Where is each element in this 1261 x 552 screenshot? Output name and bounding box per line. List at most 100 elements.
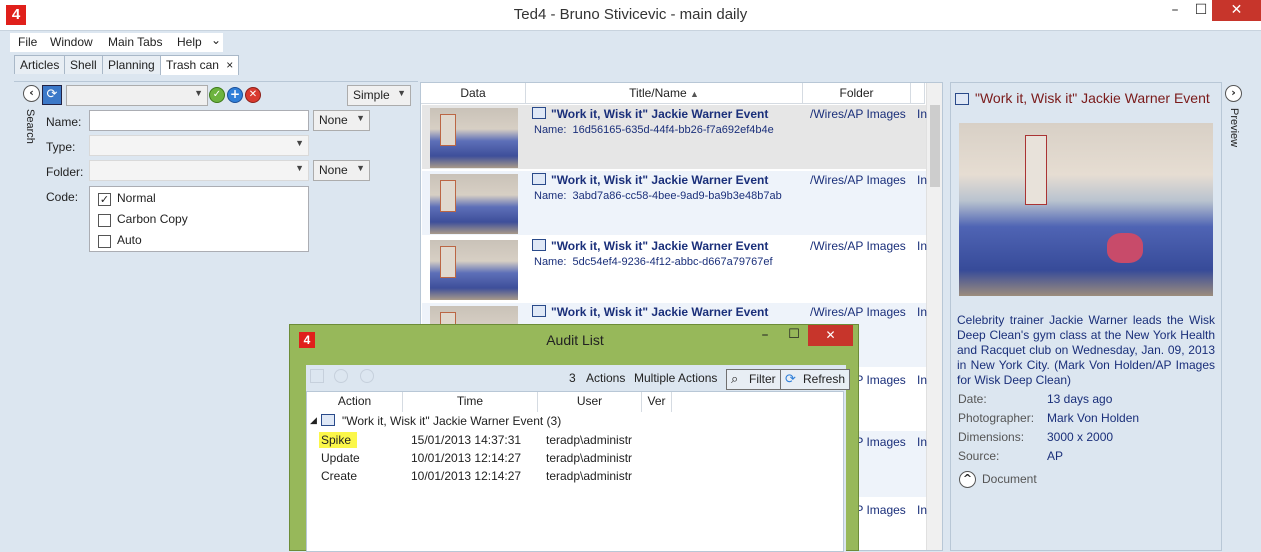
filter-icon: ⌕ <box>731 371 739 386</box>
dialog-close-button[interactable]: ✕ <box>808 325 853 346</box>
row-extra: In <box>917 503 928 517</box>
audit-user: teradp\administr <box>546 469 633 483</box>
column-data[interactable]: Data <box>421 83 526 104</box>
thumbnail-image <box>430 240 518 300</box>
chevron-down-icon: ▼ <box>295 138 304 148</box>
date-value: 13 days ago <box>1047 392 1113 406</box>
column-title-name[interactable]: Title/Name ▲ <box>526 83 803 104</box>
expand-up-icon[interactable]: ^ <box>959 471 976 488</box>
tab-planning[interactable]: Planning <box>102 55 161 74</box>
row-extra: In <box>917 373 928 387</box>
column-extra[interactable] <box>911 83 925 104</box>
tab-label: Planning <box>108 58 155 72</box>
toolbar-icon-1[interactable] <box>310 369 324 383</box>
menu-overflow-icon[interactable]: ⌄ <box>211 33 221 47</box>
code-list: ✓ Normal Carbon Copy Auto <box>89 186 309 252</box>
search-mode-select[interactable]: Simple ▼ <box>347 85 411 106</box>
name-label: Name: <box>46 115 82 129</box>
preview-title: "Work it, Wisk it" Jackie Warner Event <box>975 90 1210 106</box>
image-icon <box>532 305 546 317</box>
collapse-left-icon[interactable]: ‹ <box>23 85 40 102</box>
collapse-right-icon[interactable]: › <box>1225 85 1242 102</box>
close-button[interactable]: ✕ <box>1212 0 1261 21</box>
table-row[interactable]: "Work it, Wisk it" Jackie Warner Event N… <box>422 171 928 235</box>
expand-triangle-icon[interactable]: ◢ <box>310 415 317 426</box>
document-label[interactable]: Document <box>982 472 1037 486</box>
column-action[interactable]: Action <box>307 392 403 412</box>
normal-checkbox[interactable]: ✓ <box>98 193 111 206</box>
dialog-title: Audit List <box>546 332 604 348</box>
row-name-value: 16d56165-635d-44f4-bb26-f7a692ef4b4e <box>572 124 774 136</box>
chevron-down-icon: ▼ <box>356 113 365 123</box>
row-name-label: Name: <box>534 256 567 268</box>
row-folder: /Wires/AP Images <box>810 305 906 319</box>
name-input[interactable] <box>89 110 309 131</box>
tab-trash-can[interactable]: Trash can × <box>160 55 240 75</box>
menu-main-tabs[interactable]: Main Tabs <box>108 35 162 49</box>
row-extra: In <box>917 173 928 187</box>
scrollbar-thumb[interactable] <box>930 105 940 187</box>
table-row[interactable]: "Work it, Wisk it" Jackie Warner Event N… <box>422 237 928 301</box>
window-title: Ted4 - Bruno Stivicevic - main daily <box>513 6 748 23</box>
image-icon <box>955 93 969 105</box>
refresh-icon[interactable]: ⟳ <box>42 85 62 105</box>
audit-action[interactable]: Update <box>321 451 360 465</box>
folder-modifier-value: None <box>319 163 348 177</box>
remove-icon[interactable]: ✕ <box>245 87 261 103</box>
folder-select[interactable]: ▼ <box>89 160 309 181</box>
name-modifier-select[interactable]: None ▼ <box>313 110 370 131</box>
tab-label: Articles <box>20 58 60 72</box>
menu-file[interactable]: File <box>18 35 37 49</box>
filter-button[interactable]: ⌕ Filter <box>726 369 781 390</box>
search-mode-value: Simple <box>353 88 390 102</box>
auto-label: Auto <box>117 233 142 247</box>
apply-icon[interactable]: ✓ <box>209 87 225 103</box>
image-icon <box>532 107 546 119</box>
row-folder: /Wires/AP Images <box>810 239 906 253</box>
results-scrollbar[interactable] <box>926 83 942 550</box>
menu-window[interactable]: Window <box>50 35 93 49</box>
type-select[interactable]: ▼ <box>89 135 309 156</box>
row-name: Name: 5dc54ef4-9236-4f12-abbc-d667a79767… <box>534 256 773 268</box>
row-extra: In <box>917 107 928 121</box>
row-name: Name: 16d56165-635d-44f4-bb26-f7a692ef4b… <box>534 124 774 136</box>
saved-search-select[interactable]: ▼ <box>66 85 208 106</box>
tab-close-icon[interactable]: × <box>226 58 233 72</box>
tab-articles[interactable]: Articles <box>14 55 66 74</box>
maximize-button[interactable]: ☐ <box>1188 0 1214 21</box>
image-icon <box>321 414 335 426</box>
carbon-copy-checkbox[interactable] <box>98 214 111 227</box>
thumbnail-image <box>430 108 518 168</box>
audit-action[interactable]: Create <box>321 469 357 483</box>
dialog-maximize-button[interactable]: ☐ <box>785 327 803 347</box>
column-user[interactable]: User <box>538 392 642 412</box>
row-extra: In <box>917 305 928 319</box>
table-row[interactable]: "Work it, Wisk it" Jackie Warner Event N… <box>422 105 928 169</box>
refresh-button[interactable]: ⟳ Refresh <box>780 369 851 390</box>
dialog-minimize-button[interactable]: – <box>756 327 774 347</box>
source-label: Source: <box>958 449 1000 463</box>
refresh-icon: ⟳ <box>785 371 796 386</box>
folder-modifier-select[interactable]: None ▼ <box>313 160 370 181</box>
preview-vertical-label: Preview <box>1228 108 1240 148</box>
row-folder: /Wires/AP Images <box>810 173 906 187</box>
dimensions-value: 3000 x 2000 <box>1047 430 1114 444</box>
toolbar-icon-3[interactable] <box>360 369 374 383</box>
folder-label: Folder: <box>46 165 84 179</box>
preview-image <box>959 123 1213 296</box>
tab-shell[interactable]: Shell <box>64 55 103 74</box>
column-ver[interactable]: Ver <box>642 392 672 412</box>
minimize-button[interactable]: – <box>1162 0 1188 21</box>
row-extra: In <box>917 239 928 253</box>
row-name: Name: 3abd7a86-cc58-4bee-9ad9-ba9b3e48b7… <box>534 190 782 202</box>
row-name-label: Name: <box>534 124 567 136</box>
column-folder[interactable]: Folder <box>803 83 911 104</box>
add-icon[interactable]: + <box>227 87 243 103</box>
row-name-value: 3abd7a86-cc58-4bee-9ad9-ba9b3e48b7ab <box>572 190 782 202</box>
audit-action[interactable]: Spike <box>321 433 351 447</box>
menu-help[interactable]: Help <box>177 35 202 49</box>
toolbar-icon-2[interactable] <box>334 369 348 383</box>
sort-ascending-icon: ▲ <box>690 89 699 99</box>
column-time[interactable]: Time <box>403 392 538 412</box>
auto-checkbox[interactable] <box>98 235 111 248</box>
